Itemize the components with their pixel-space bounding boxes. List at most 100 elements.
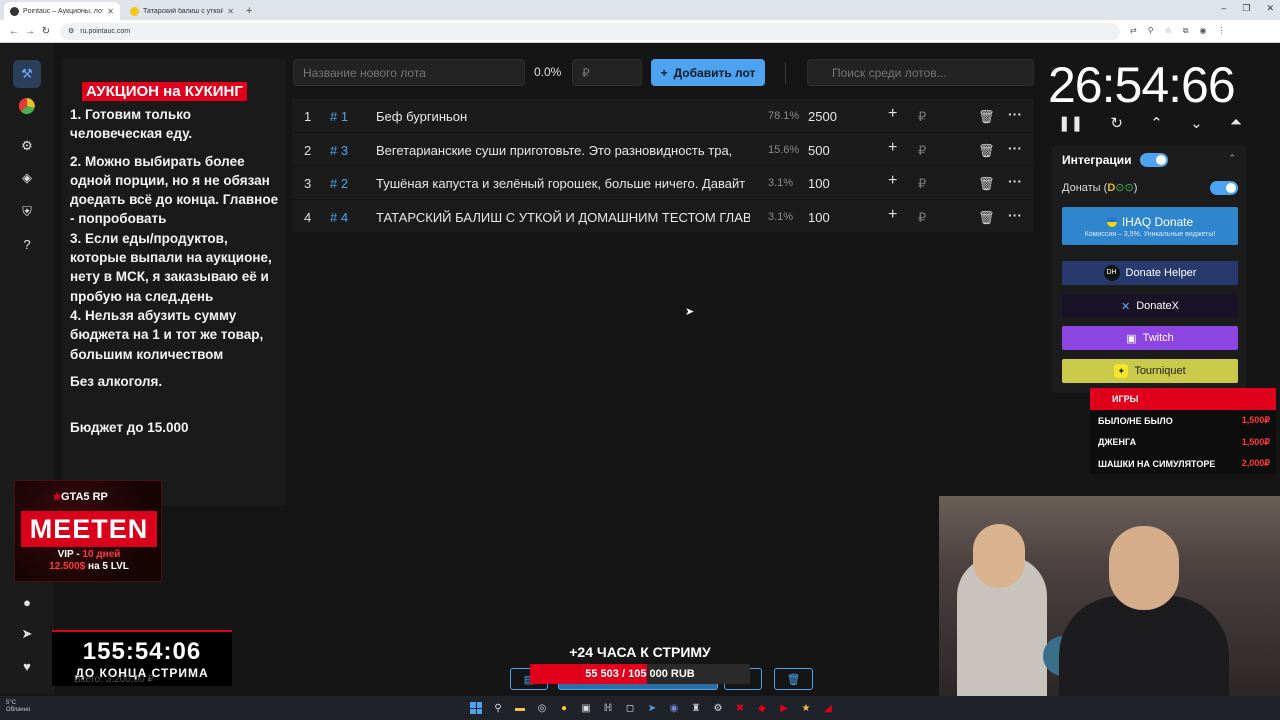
auction-hammer-icon[interactable]: ⚒: [13, 60, 41, 88]
profile-icon[interactable]: ◉: [1199, 26, 1206, 36]
app-icon[interactable]: ◢: [820, 700, 836, 716]
app-icon[interactable]: ♜: [688, 700, 704, 716]
reset-icon[interactable]: ↻: [1110, 114, 1123, 132]
extensions-icon[interactable]: ⧉: [1183, 26, 1189, 36]
windows-start-icon[interactable]: [468, 700, 484, 716]
wheel-pie-icon[interactable]: [13, 92, 41, 120]
goal-title: +24 ЧАСА К СТРИМУ: [569, 644, 711, 660]
add-amount-icon[interactable]: +: [888, 105, 897, 123]
add-lot-button[interactable]: + Добавить лот: [651, 59, 765, 86]
chevron-up-icon[interactable]: ⌃: [1150, 114, 1163, 132]
menu-icon[interactable]: ⋮: [1217, 26, 1225, 36]
lot-name[interactable]: Беф бургиньон: [376, 109, 750, 124]
new-lot-amount-input[interactable]: [572, 59, 642, 86]
more-options-icon[interactable]: ···: [1008, 207, 1022, 223]
lot-amount[interactable]: 2500: [808, 109, 837, 124]
settings-gear-icon[interactable]: ⚙: [13, 132, 41, 160]
streamer-right-head: [1109, 526, 1179, 610]
site-info-icon[interactable]: ⚙: [68, 27, 74, 35]
lot-index: 2: [304, 142, 312, 158]
lot-row[interactable]: 1 # 1 Беф бургиньон 78.1% 2500 + ₽ 🗑 ···: [292, 99, 1034, 133]
more-options-icon[interactable]: ···: [1008, 140, 1022, 156]
search-icon[interactable]: ⚲: [490, 700, 506, 716]
browser-tab-pointauc[interactable]: Pointauc – Аукционы, лотереи ✕: [4, 2, 120, 20]
telegram-icon[interactable]: ➤: [13, 620, 41, 648]
app-icon[interactable]: ▣: [578, 700, 594, 716]
donatex-button[interactable]: ✕ DonateX: [1062, 294, 1238, 318]
chrome-icon[interactable]: ●: [556, 700, 572, 716]
chevron-down-icon[interactable]: ⌄: [1190, 114, 1203, 132]
lot-row[interactable]: 3 # 2 Тушёная капуста и зелёный горошек,…: [292, 166, 1034, 200]
close-window-icon[interactable]: ✕: [1266, 3, 1274, 14]
tourniquet-button[interactable]: ✦ Tourniquet: [1062, 359, 1238, 383]
bookmark-star-icon[interactable]: ☆: [1165, 26, 1172, 36]
new-tab-icon[interactable]: +: [246, 5, 252, 17]
clear-trash-icon[interactable]: 🗑: [774, 668, 813, 690]
browser-tab-recipe[interactable]: Татарский балиш с уткой – по ✕: [124, 2, 240, 20]
layers-icon[interactable]: ◈: [13, 164, 41, 192]
steam-icon[interactable]: ⚙: [710, 700, 726, 716]
integrations-toggle[interactable]: [1140, 153, 1168, 167]
help-icon[interactable]: ?: [13, 230, 41, 258]
minimize-icon[interactable]: –: [1221, 3, 1226, 14]
url-text: ru.pointauc.com: [80, 27, 131, 35]
rule-1: 1. Готовим только человеческая еду.: [70, 107, 193, 142]
lot-amount[interactable]: 500: [808, 143, 830, 158]
maximize-icon[interactable]: ❐: [1242, 3, 1250, 14]
add-amount-icon[interactable]: +: [888, 206, 897, 224]
add-amount-icon[interactable]: +: [888, 172, 897, 190]
more-options-icon[interactable]: ···: [1008, 106, 1022, 122]
app-icon[interactable]: ▶: [776, 700, 792, 716]
lot-amount[interactable]: 100: [808, 210, 830, 225]
ihaq-donate-button[interactable]: IHAQ Donate Комиссия – 3,5%. Уникальные …: [1062, 207, 1238, 245]
weather-widget[interactable]: 5°C Облачно: [6, 700, 30, 714]
lot-name[interactable]: ТАТАРСКИЙ БАЛИШ С УТКОЙ И ДОМАШНИМ ТЕСТО…: [376, 210, 750, 225]
lot-row[interactable]: 4 # 4 ТАТАРСКИЙ БАЛИШ С УТКОЙ И ДОМАШНИМ…: [292, 199, 1034, 234]
list-item: ДЖЕНГА 1,500₽: [1098, 436, 1270, 448]
goal-progress-bar: 55 503 / 105 000 RUB: [530, 664, 750, 684]
telegram-icon[interactable]: ➤: [644, 700, 660, 716]
address-bar[interactable]: ⚙ ru.pointauc.com: [60, 22, 1120, 40]
file-explorer-icon[interactable]: ▬: [512, 700, 528, 716]
pause-icon[interactable]: ❚❚: [1058, 114, 1083, 132]
reload-icon[interactable]: ↻: [38, 26, 54, 37]
taskbar-icons: ⚲ ▬ ◎ ● ▣ ℍ ◻ ➤ ◉ ♜ ⚙ ✖ ◆ ▶ ★ ◢: [468, 700, 836, 716]
app-icon[interactable]: ◆: [754, 700, 770, 716]
discord-icon[interactable]: ◉: [666, 700, 682, 716]
twitch-button[interactable]: ▣ Twitch: [1062, 326, 1238, 350]
new-lot-percent: 0.0%: [534, 65, 562, 79]
close-tab-icon[interactable]: ✕: [227, 7, 234, 16]
app-icon[interactable]: ★: [798, 700, 814, 716]
donations-toggle[interactable]: [1210, 181, 1238, 195]
lot-name[interactable]: Тушёная капуста и зелёный горошек, больш…: [376, 176, 750, 191]
more-options-icon[interactable]: ···: [1008, 173, 1022, 189]
delete-trash-icon[interactable]: 🗑: [978, 176, 995, 192]
forward-icon[interactable]: →: [22, 26, 38, 37]
donate-hand-icon[interactable]: ♥: [13, 652, 41, 680]
close-tab-icon[interactable]: ✕: [107, 7, 114, 16]
ukraine-flag-icon: [1106, 216, 1117, 227]
back-icon[interactable]: ←: [6, 26, 22, 37]
list-item: БЫЛО/НЕ БЫЛО 1,500₽: [1098, 415, 1270, 426]
collapse-chevron-icon[interactable]: ⌃: [1228, 153, 1236, 164]
shield-check-icon[interactable]: ⛨: [13, 198, 41, 226]
delete-trash-icon[interactable]: 🗑: [978, 143, 995, 159]
zoom-icon[interactable]: ⚲: [1148, 26, 1154, 36]
delete-trash-icon[interactable]: 🗑: [978, 109, 995, 125]
translate-icon[interactable]: ⇄: [1130, 26, 1137, 36]
lot-row[interactable]: 2 # 3 Вегетарианские суши приготовьте. Э…: [292, 132, 1034, 167]
add-amount-icon[interactable]: +: [888, 139, 897, 157]
obs-icon[interactable]: ◎: [534, 700, 550, 716]
delete-trash-icon[interactable]: 🗑: [978, 210, 995, 226]
app-icon[interactable]: ℍ: [600, 700, 616, 716]
double-up-icon[interactable]: ⏶: [1230, 114, 1242, 132]
lot-name[interactable]: Вегетарианские суши приготовьте. Это раз…: [376, 143, 750, 158]
lot-amount[interactable]: 100: [808, 176, 830, 191]
app-icon[interactable]: ◻: [622, 700, 638, 716]
donate-helper-button[interactable]: DH Donate Helper: [1062, 261, 1238, 285]
github-icon[interactable]: ●: [13, 588, 41, 616]
app-icon[interactable]: ✖: [732, 700, 748, 716]
lot-search-input[interactable]: [807, 59, 1034, 86]
lot-id: # 3: [330, 142, 349, 158]
new-lot-name-input[interactable]: [293, 59, 525, 86]
